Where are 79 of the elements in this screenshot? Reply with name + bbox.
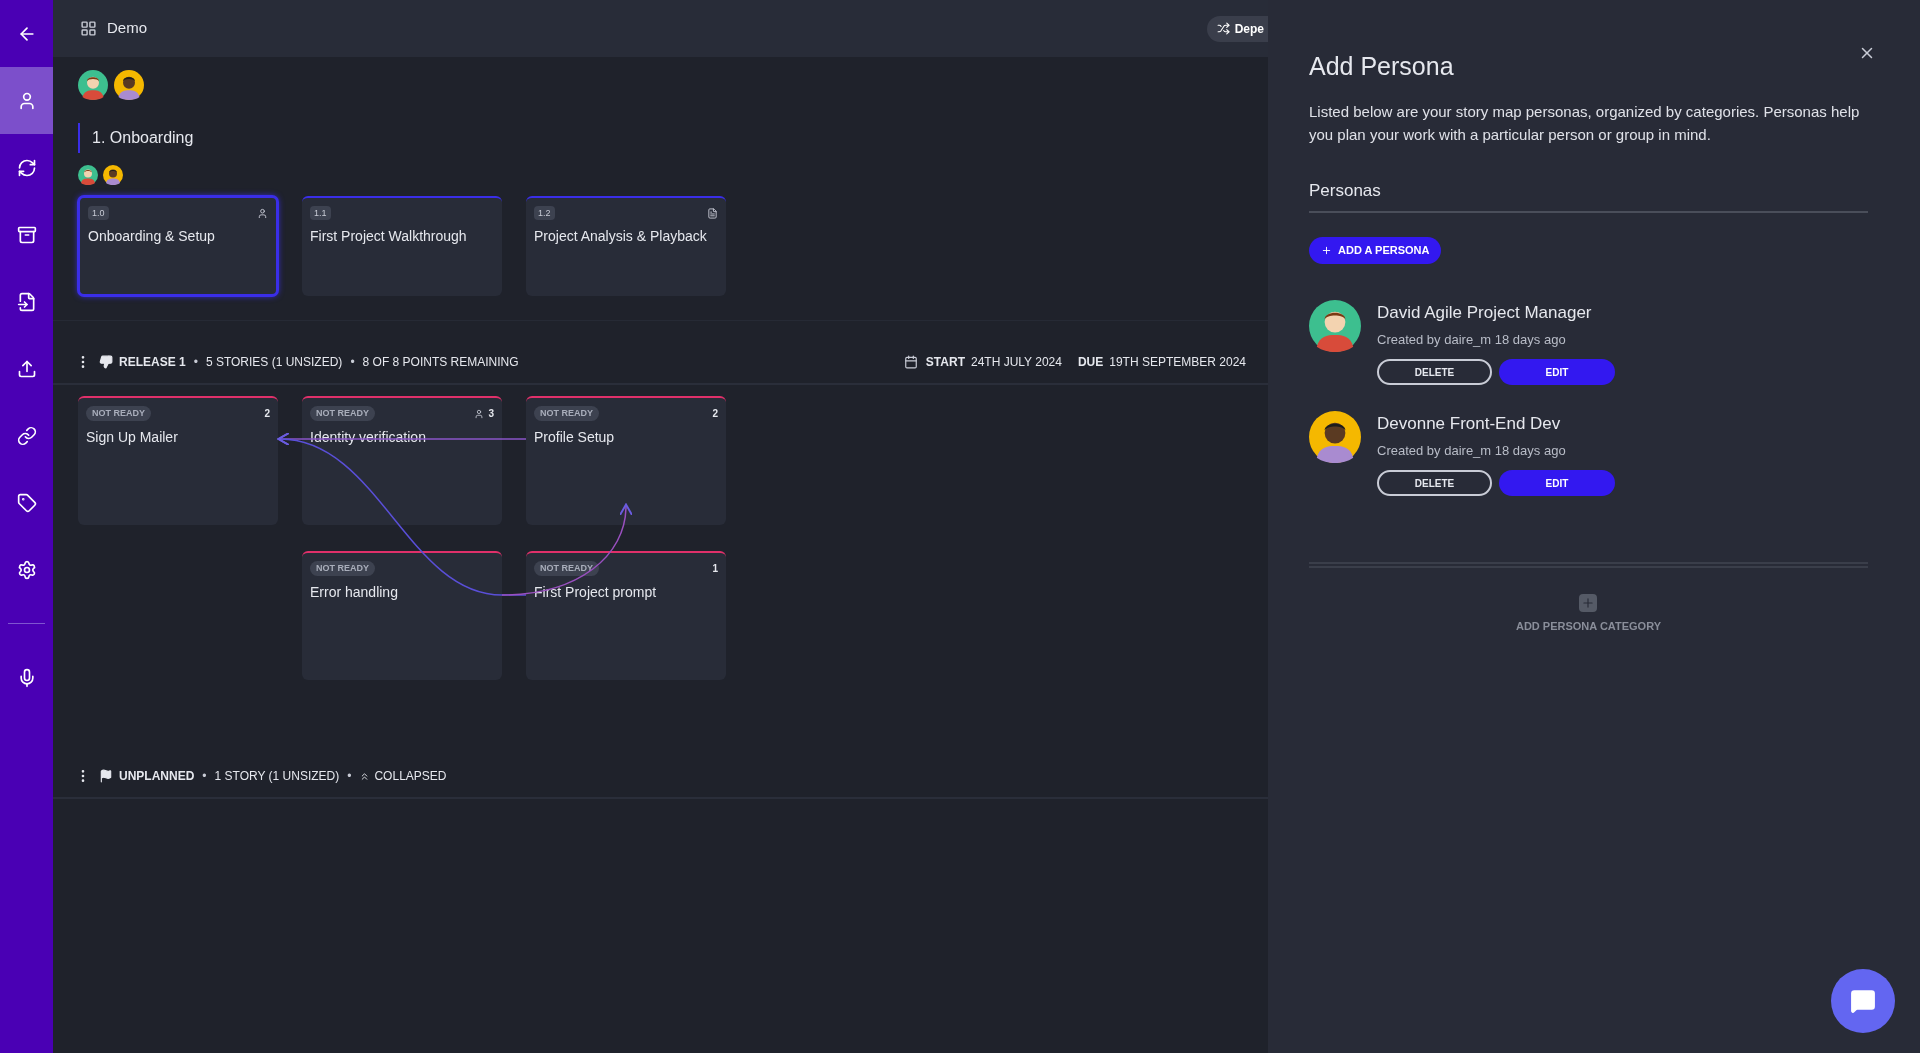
release-stories: 5 STORIES (1 UNSIZED) bbox=[205, 353, 343, 371]
separator-dot: • bbox=[350, 353, 355, 371]
delete-button[interactable]: DELETE bbox=[1377, 359, 1492, 385]
start-date: 24TH JULY 2024 bbox=[970, 353, 1062, 371]
delete-button[interactable]: DELETE bbox=[1377, 470, 1492, 496]
status-badge: NOT READY bbox=[86, 406, 151, 421]
feature-number: 1.2 bbox=[534, 206, 555, 220]
story-card[interactable]: NOT READY 2 Profile Setup bbox=[526, 396, 726, 525]
separator-dot: • bbox=[202, 768, 207, 785]
story-count: 3 bbox=[488, 407, 494, 421]
story-title: Sign Up Mailer bbox=[86, 428, 178, 447]
person-icon bbox=[257, 207, 268, 219]
unplanned-name: UNPLANNED bbox=[119, 768, 195, 785]
shuffle-icon bbox=[1216, 22, 1230, 35]
file-import-icon bbox=[16, 291, 37, 312]
collapse-toggle[interactable]: COLLAPSED bbox=[359, 767, 447, 785]
feature-title: First Project Walkthrough bbox=[310, 227, 468, 246]
due-label: DUE bbox=[1077, 353, 1104, 371]
persona-meta: Created by daire_m 18 days ago bbox=[1377, 441, 1567, 460]
story-title: Profile Setup bbox=[534, 428, 615, 447]
persona-name: Devonne Front-End Dev bbox=[1377, 413, 1562, 435]
avatar-silhouette bbox=[114, 70, 144, 100]
edit-button[interactable]: EDIT bbox=[1499, 359, 1615, 385]
unplanned-stories: 1 STORY (1 UNSIZED) bbox=[214, 768, 340, 785]
feature-card[interactable]: 1.2 Project Analysis & Playback bbox=[526, 196, 726, 296]
persona-meta: Created by daire_m 18 days ago bbox=[1377, 330, 1567, 349]
separator-dot: • bbox=[347, 768, 352, 785]
status-badge: NOT READY bbox=[534, 561, 599, 576]
avatar-silhouette bbox=[78, 165, 98, 185]
story-count: 2 bbox=[712, 407, 718, 421]
feature-number: 1.0 bbox=[88, 206, 109, 220]
section-heading: Personas bbox=[1309, 179, 1382, 202]
persona-name: David Agile Project Manager bbox=[1377, 302, 1593, 324]
story-card[interactable]: NOT READY 2 Sign Up Mailer bbox=[78, 396, 278, 525]
thumbs-down-icon bbox=[99, 354, 113, 369]
panel-description: Listed below are your story map personas, organized by categories. Personas help you plan your work with a particular person or group in mind. bbox=[1309, 101, 1861, 145]
separator-dot: • bbox=[193, 353, 198, 371]
plus-icon bbox=[1321, 245, 1332, 256]
map-title: Demo bbox=[107, 18, 147, 39]
add-category-button[interactable]: ADD PERSONA CATEGORY bbox=[1515, 594, 1661, 635]
release-name: RELEASE 1 bbox=[119, 353, 186, 371]
story-title: Error handling bbox=[310, 583, 398, 602]
status-badge: NOT READY bbox=[310, 561, 375, 576]
document-icon bbox=[707, 207, 718, 219]
story-card[interactable]: NOT READY 1 First Project prompt bbox=[526, 551, 726, 680]
person-icon bbox=[474, 408, 485, 419]
epic-title: 1. Onboarding bbox=[92, 128, 194, 148]
add-persona-button[interactable]: ADD A PERSONA bbox=[1309, 237, 1442, 264]
avatar-silhouette bbox=[1309, 300, 1361, 352]
feature-card[interactable]: 1.0 Onboarding & Setup bbox=[78, 196, 278, 296]
upload-icon bbox=[16, 358, 37, 379]
feature-number: 1.1 bbox=[310, 206, 331, 220]
status-badge: NOT READY bbox=[534, 406, 599, 421]
chat-bubble-icon bbox=[1850, 988, 1876, 1014]
avatar-silhouette bbox=[1309, 411, 1361, 463]
story-count: 1 bbox=[712, 562, 718, 576]
story-card[interactable]: NOT READY Error handling bbox=[302, 551, 502, 680]
flag-icon bbox=[99, 769, 113, 783]
due-date: 19TH SEPTEMBER 2024 bbox=[1109, 353, 1246, 371]
feature-title: Project Analysis & Playback bbox=[534, 227, 708, 246]
feature-title: Onboarding & Setup bbox=[88, 227, 216, 246]
edit-button[interactable]: EDIT bbox=[1499, 470, 1615, 496]
status-badge: NOT READY bbox=[310, 406, 375, 421]
archive-box-icon bbox=[16, 224, 37, 245]
avatar-silhouette bbox=[103, 165, 123, 185]
settings-icon bbox=[16, 559, 37, 580]
tag-icon bbox=[16, 492, 37, 513]
calendar-icon bbox=[903, 354, 918, 369]
dependencies-button[interactable]: Depe bbox=[1206, 15, 1268, 42]
refresh-icon bbox=[16, 157, 37, 178]
avatar-silhouette bbox=[78, 70, 108, 100]
link-icon bbox=[16, 425, 37, 446]
start-label: START bbox=[925, 353, 965, 371]
grid-icon bbox=[80, 20, 97, 37]
feature-card[interactable]: 1.1 First Project Walkthrough bbox=[302, 196, 502, 296]
story-count: 2 bbox=[264, 407, 270, 421]
story-title: First Project prompt bbox=[534, 583, 657, 602]
panel-title: Add Persona bbox=[1309, 51, 1454, 82]
release-points: 8 OF 8 POINTS REMAINING bbox=[362, 353, 519, 371]
